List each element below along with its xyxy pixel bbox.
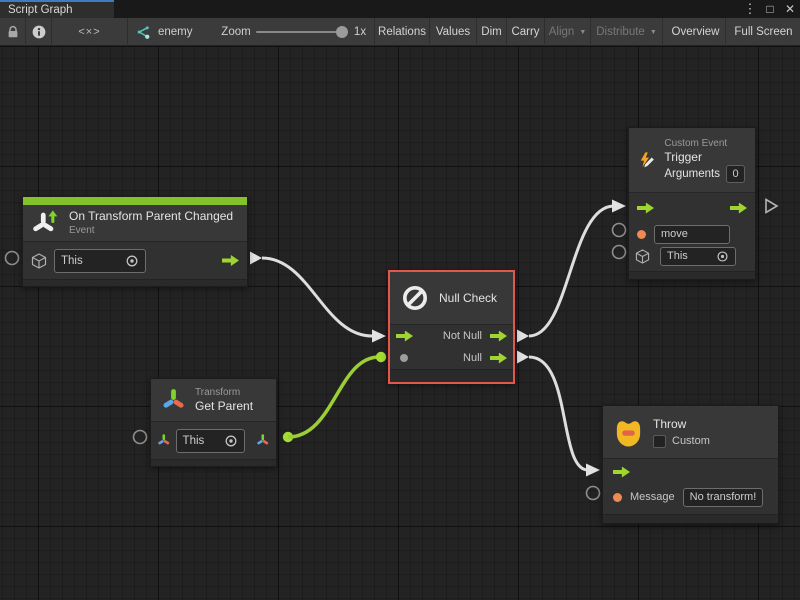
zoom-label: Zoom (218, 18, 254, 46)
chevron-down-icon: ▼ (579, 29, 586, 36)
not-null-output-arrow[interactable] (490, 331, 507, 342)
window-menu-icon[interactable]: ⋮ (742, 1, 758, 17)
arguments-label: Arguments (664, 167, 720, 181)
zoom-slider[interactable] (256, 18, 344, 46)
info-icon (32, 25, 46, 39)
cube-icon (635, 249, 650, 264)
connection-getparent-to-nullcheck[interactable] (283, 352, 386, 442)
null-label: Null (419, 352, 482, 364)
close-icon[interactable]: ✕ (782, 1, 798, 17)
values-button[interactable]: Values (430, 18, 477, 46)
connection-nullcheck-to-throw[interactable] (517, 351, 600, 477)
flow-output-arrow[interactable] (222, 255, 239, 266)
custom-checkbox-label: Custom (672, 435, 710, 447)
event-transform-icon (33, 209, 60, 237)
overview-button[interactable]: Overview (666, 18, 726, 46)
node-footer (151, 459, 276, 466)
dim-button[interactable]: Dim (477, 18, 507, 46)
distribute-button[interactable]: Distribute ▼ (591, 18, 663, 46)
target-picker-icon[interactable] (716, 250, 729, 263)
lock-icon (6, 25, 20, 39)
maximize-icon[interactable]: □ (762, 1, 778, 17)
arguments-field[interactable]: 0 (726, 165, 745, 183)
null-output-arrow[interactable] (490, 353, 507, 364)
graph-icon (136, 25, 151, 40)
flow-input-arrow[interactable] (637, 203, 654, 214)
trigger-target-port[interactable] (613, 246, 626, 259)
transform-icon (161, 387, 186, 414)
node-footer (23, 279, 247, 286)
zoom-slider-handle[interactable] (336, 26, 348, 38)
node-on-transform-parent-changed[interactable]: On Transform Parent Changed Event This (22, 196, 248, 287)
custom-checkbox[interactable] (653, 435, 666, 448)
node-trigger-custom-event[interactable]: Custom Event Trigger Arguments 0 move (628, 127, 756, 280)
target-field[interactable]: This (54, 249, 146, 273)
node-footer (390, 369, 513, 382)
trigger-name-port[interactable] (613, 224, 626, 237)
cube-icon (31, 253, 47, 269)
node-footer (603, 514, 778, 523)
node-throw[interactable]: Throw Custom Message No transform! (602, 405, 779, 524)
event-name-field[interactable]: move (654, 225, 730, 244)
node-get-parent[interactable]: Transform Get Parent This (150, 378, 277, 467)
node-category: Transform (195, 386, 253, 399)
code-preview-button[interactable]: <×> (52, 18, 128, 46)
getparent-target-port[interactable] (134, 431, 147, 444)
code-icon: <×> (78, 26, 100, 38)
node-title: Throw (653, 417, 710, 432)
node-title: Trigger (664, 150, 745, 165)
node-category: Custom Event (664, 137, 745, 150)
relations-button[interactable]: Relations (374, 18, 430, 46)
null-value-dot[interactable] (400, 354, 408, 362)
zoom-value: 1x (350, 18, 370, 46)
not-null-label: Not Null (419, 330, 482, 342)
flow-output-arrow[interactable] (730, 203, 747, 214)
node-footer (629, 271, 755, 279)
tab-bar: Script Graph ⋮ □ ✕ (0, 0, 800, 18)
target-picker-icon[interactable] (125, 254, 139, 268)
connection-event-to-nullcheck[interactable] (250, 252, 386, 343)
target-picker-icon[interactable] (224, 434, 238, 448)
message-label: Message (630, 491, 675, 503)
graph-canvas[interactable]: On Transform Parent Changed Event This (0, 46, 800, 600)
target-field[interactable]: This (176, 429, 246, 453)
trigger-output-port[interactable] (766, 200, 777, 213)
null-check-icon (400, 283, 430, 313)
fullscreen-button[interactable]: Full Screen (727, 18, 800, 46)
node-title: On Transform Parent Changed (69, 209, 233, 224)
target-field[interactable]: This (660, 247, 736, 266)
node-title: Null Check (439, 291, 497, 306)
align-button[interactable]: Align ▼ (545, 18, 591, 46)
flow-input-arrow[interactable] (396, 331, 413, 342)
message-value-dot[interactable] (613, 493, 622, 502)
connection-nullcheck-to-trigger[interactable] (517, 200, 626, 343)
lock-button[interactable] (0, 18, 26, 46)
script-graph-window: Script Graph ⋮ □ ✕ <×> enemy Zoom (0, 0, 800, 600)
event-accent-bar (23, 197, 247, 205)
event-name-dot[interactable] (637, 230, 646, 239)
zoom-slider-track (256, 31, 344, 33)
graph-breadcrumb[interactable]: enemy (136, 18, 206, 46)
event-target-port[interactable] (6, 252, 19, 265)
node-title: Get Parent (195, 399, 253, 414)
chevron-down-icon: ▼ (650, 29, 657, 36)
transform-output-icon[interactable] (256, 432, 270, 449)
info-button[interactable] (26, 18, 52, 46)
window-controls: ⋮ □ ✕ (742, 0, 798, 18)
graph-name: enemy (158, 26, 193, 38)
tab-title: Script Graph (8, 4, 73, 16)
transform-input-icon[interactable] (157, 432, 171, 449)
custom-event-icon (639, 146, 655, 174)
carry-button[interactable]: Carry (507, 18, 545, 46)
flow-input-arrow[interactable] (613, 467, 630, 478)
throw-message-port[interactable] (587, 487, 600, 500)
message-field[interactable]: No transform! (683, 488, 764, 507)
tab-script-graph[interactable]: Script Graph (0, 0, 114, 18)
graph-toolbar: <×> enemy Zoom 1x Relations Values Dim C… (0, 18, 800, 46)
node-subtitle: Event (69, 224, 233, 237)
throw-error-icon (613, 417, 644, 448)
node-null-check[interactable]: Null Check Not Null Null (388, 270, 515, 384)
